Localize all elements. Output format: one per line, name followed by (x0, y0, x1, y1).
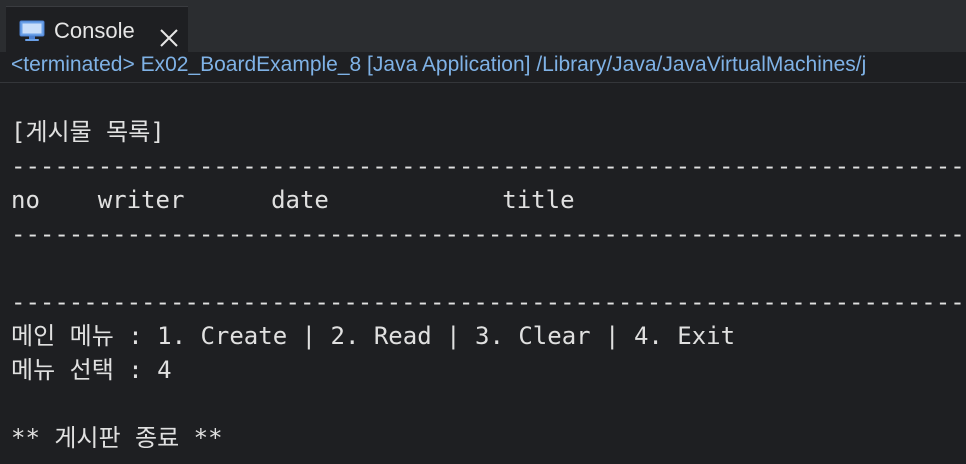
console-line: no writer date title (11, 186, 575, 214)
console-output[interactable]: [게시물 목록] -------------------------------… (0, 83, 966, 464)
console-line: 메인 메뉴 : 1. Create | 2. Read | 3. Clear |… (11, 322, 736, 350)
console-line: [게시물 목록] (11, 118, 165, 146)
console-line: ----------------------------------------… (11, 288, 966, 316)
close-icon[interactable] (158, 27, 180, 49)
console-line: 메뉴 선택 : 4 (11, 356, 172, 384)
terminated-status-text: <terminated> Ex02_BoardExample_8 [Java A… (11, 53, 867, 76)
console-line: ----------------------------------------… (11, 152, 966, 180)
console-line: ----------------------------------------… (11, 220, 966, 248)
tab-label: Console (54, 18, 135, 43)
tab-console[interactable]: Console (6, 6, 188, 53)
monitor-icon (19, 20, 45, 41)
console-line: ** 게시판 종료 ** (11, 424, 223, 452)
console-status-bar: <terminated> Ex02_BoardExample_8 [Java A… (0, 52, 966, 83)
view-tabbar: Console (0, 0, 966, 53)
